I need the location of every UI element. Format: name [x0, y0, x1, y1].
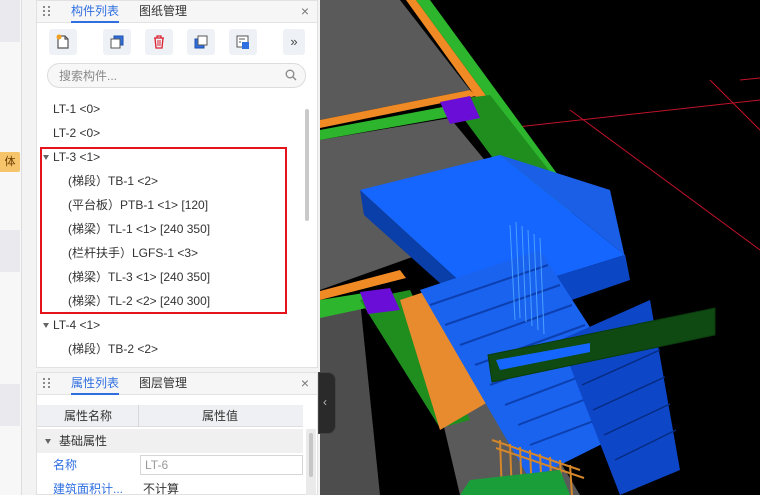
tree-item-lt-3[interactable]: LT-3 <1> [53, 145, 100, 169]
new-component-icon [56, 34, 69, 49]
3d-viewport[interactable] [320, 0, 760, 495]
collapse-panel-button[interactable]: ‹ [318, 372, 336, 434]
property-name: 名称 [53, 458, 78, 472]
drag-grip-icon[interactable] [43, 6, 53, 18]
search-icon[interactable] [285, 69, 297, 81]
tree-item-tb-1[interactable]: (梯段）TB-1 <2> [68, 169, 158, 193]
delete-button[interactable] [145, 29, 173, 55]
new-component-button[interactable] [49, 29, 77, 55]
tree-item-lt-2[interactable]: LT-2 <0> [53, 121, 100, 145]
drag-grip-icon[interactable] [43, 378, 53, 390]
component-list-panel: 构件列表 图纸管理 × » 搜索构件... LT-1 <0> LT-2 <0> … [36, 0, 318, 368]
tree-item-lgfs-1[interactable]: (栏杆扶手）LGFS-1 <3> [68, 241, 198, 265]
section-label: 基础属性 [59, 434, 108, 448]
strip-band [0, 384, 20, 426]
chevron-left-icon: ‹ [323, 395, 327, 409]
section-basic-properties[interactable]: 基础属性 [37, 429, 303, 453]
layer-copy-icon [236, 35, 249, 49]
3d-model-view [320, 0, 760, 495]
strip-band [0, 0, 20, 42]
property-name: 建筑面积计... [53, 482, 124, 495]
component-panel-tabbar: 构件列表 图纸管理 × [37, 1, 317, 23]
copy-button[interactable] [103, 29, 131, 55]
more-tools-button[interactable]: » [283, 29, 305, 55]
delete-icon [154, 35, 164, 49]
purple-column [360, 288, 400, 314]
chevron-down-icon[interactable] [43, 323, 49, 328]
tab-drawing-management[interactable]: 图纸管理 [139, 1, 187, 23]
copy-icon [110, 35, 124, 49]
tree-item-tb-2[interactable]: (梯段）TB-2 <2> [68, 337, 158, 361]
trial-tag[interactable]: 体验 [0, 152, 20, 172]
search-input[interactable] [47, 63, 306, 88]
close-icon[interactable]: × [301, 375, 309, 391]
duplicate-icon [194, 35, 208, 49]
tab-component-list[interactable]: 构件列表 [71, 1, 120, 23]
tree-item-lt-4[interactable]: LT-4 <1> [53, 313, 100, 337]
tree-item-tl-1[interactable]: (梯梁）TL-1 <1> [240 350] [68, 217, 210, 241]
column-divider [138, 405, 139, 427]
property-value[interactable]: 不计算 [143, 477, 179, 495]
tab-property-list[interactable]: 属性列表 [71, 373, 120, 395]
close-icon[interactable]: × [301, 3, 309, 19]
property-value-input[interactable]: LT-6 [140, 455, 303, 475]
tree-item-ptb-1[interactable]: (平台板）PTB-1 <1> [120] [68, 193, 208, 217]
tab-layer-management[interactable]: 图层管理 [139, 373, 187, 395]
property-grid-header: 属性名称 属性值 [37, 405, 303, 427]
property-row-area: 建筑面积计... 不计算 [37, 477, 303, 495]
tree-item-tl-3[interactable]: (梯梁）TL-3 <1> [240 350] [68, 265, 210, 289]
column-header-value: 属性值 [202, 409, 239, 423]
column-header-name: 属性名称 [64, 409, 113, 423]
tree-item-tl-2[interactable]: (梯梁）TL-2 <2> [240 300] [68, 289, 210, 313]
left-side-strip: 体验 [0, 0, 22, 495]
tree-scrollbar[interactable] [305, 109, 309, 221]
property-scrollbar[interactable] [306, 429, 316, 495]
strip-band [0, 230, 20, 272]
layer-copy-button[interactable] [229, 29, 257, 55]
chevron-down-icon[interactable] [43, 155, 49, 160]
property-list-panel: 属性列表 图层管理 × 属性名称 属性值 基础属性 名称 LT-6 建筑面积计.… [36, 372, 318, 495]
chevron-down-icon[interactable] [45, 439, 51, 444]
property-panel-tabbar: 属性列表 图层管理 × [37, 373, 317, 395]
property-row-name: 名称 LT-6 [37, 453, 303, 477]
tree-item-lt-1[interactable]: LT-1 <0> [53, 97, 100, 121]
duplicate-button[interactable] [187, 29, 215, 55]
